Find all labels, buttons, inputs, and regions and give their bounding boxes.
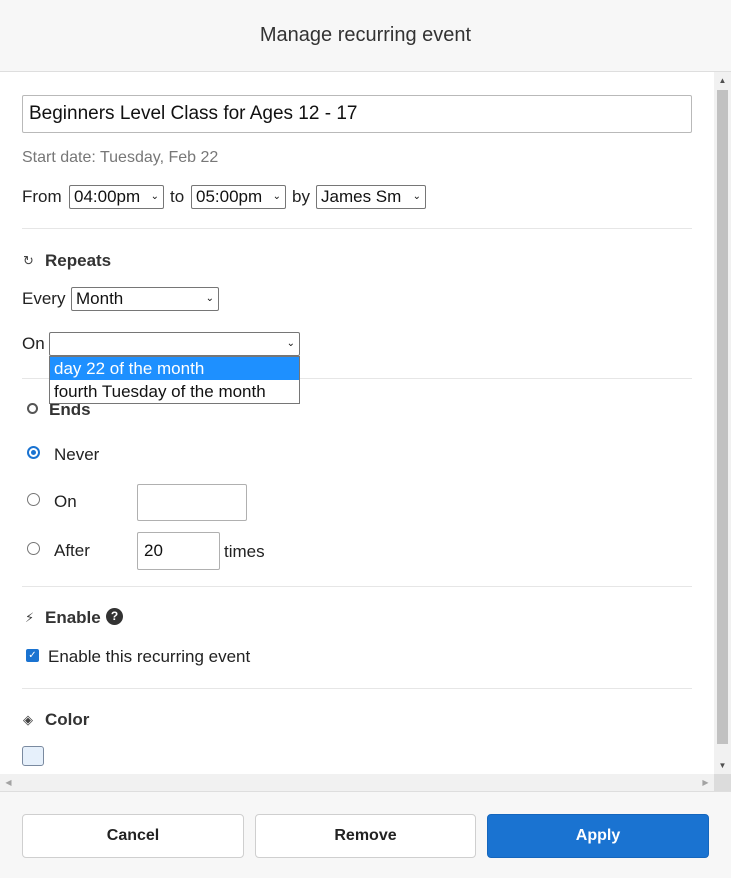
color-title: Color [45,710,90,729]
from-time-select[interactable]: 04:00pm ⌄ [69,185,164,209]
ends-never-label: Never [54,445,100,464]
scroll-down-arrow-icon[interactable]: ▼ [714,757,731,774]
dialog-header: Manage recurring event [0,0,731,72]
event-name-input[interactable] [22,95,692,133]
horizontal-scrollbar[interactable]: ◀ ▶ [0,774,714,791]
enable-checkbox-label: Enable this recurring event [48,647,251,666]
ends-after-label: After [54,541,90,560]
apply-button[interactable]: Apply [487,814,709,858]
ends-after-count-input[interactable]: 20 [137,532,220,570]
color-swatch[interactable] [22,746,44,766]
repeats-title: Repeats [45,251,112,270]
ends-on-radio[interactable] [27,493,40,506]
circle-icon [27,403,38,414]
instructor-value: James Sm [321,187,402,206]
repeat-frequency-select[interactable]: Month ⌄ [71,287,219,311]
ends-on-date-input[interactable] [137,484,247,521]
to-time-value: 05:00pm [196,187,263,206]
from-label: From [22,187,62,206]
refresh-icon: ↻ [23,253,34,268]
repeat-on-option[interactable]: day 22 of the month [50,357,299,380]
from-time-value: 04:00pm [74,187,141,206]
ends-after-radio[interactable] [27,542,40,555]
dialog-footer: Cancel Remove Apply [0,791,731,878]
dialog-content: Start date: Tuesday, Feb 22 From 04:00pm… [0,72,714,774]
chevron-down-icon: ⌄ [286,338,295,349]
scroll-up-arrow-icon[interactable]: ▲ [714,72,731,89]
ends-on-label: On [54,492,77,511]
ends-after-count-value: 20 [144,541,163,560]
dialog-title: Manage recurring event [259,24,472,46]
repeat-on-option[interactable]: fourth Tuesday of the month [50,380,299,403]
repeat-on-dropdown-list: day 22 of the month fourth Tuesday of th… [49,356,300,404]
by-label: by [292,187,310,206]
divider [22,688,692,689]
chevron-down-icon: ⌄ [272,191,281,202]
vertical-scroll-thumb[interactable] [717,90,728,744]
cancel-button[interactable]: Cancel [22,814,244,858]
times-label: times [224,542,265,561]
chevron-down-icon: ⌄ [150,191,159,202]
divider [22,586,692,587]
enable-checkbox[interactable]: ✓ [26,649,39,662]
enable-title: Enable [45,608,101,627]
chevron-down-icon: ⌄ [205,293,214,304]
scroll-left-arrow-icon[interactable]: ◀ [0,774,17,791]
remove-button[interactable]: Remove [255,814,476,858]
scrollbar-corner [714,774,731,791]
to-label: to [170,187,185,206]
lightning-icon: ⚡︎ [25,610,35,625]
repeat-frequency-value: Month [76,289,124,308]
repeat-on-label: On [22,334,45,353]
start-date-text: Start date: Tuesday, Feb 22 [22,149,219,166]
paint-bucket-icon: ◈ [23,712,33,727]
help-icon[interactable]: ? [106,608,123,625]
scroll-right-arrow-icon[interactable]: ▶ [697,774,714,791]
vertical-scrollbar[interactable]: ▲ ▼ [714,72,731,774]
chevron-down-icon: ⌄ [412,191,421,202]
to-time-select[interactable]: 05:00pm ⌄ [191,185,286,209]
divider [22,228,692,229]
ends-never-radio[interactable] [27,446,40,459]
instructor-select[interactable]: James Sm ⌄ [316,185,426,209]
repeat-on-select[interactable]: ⌄ [49,332,300,356]
every-label: Every [22,289,66,308]
